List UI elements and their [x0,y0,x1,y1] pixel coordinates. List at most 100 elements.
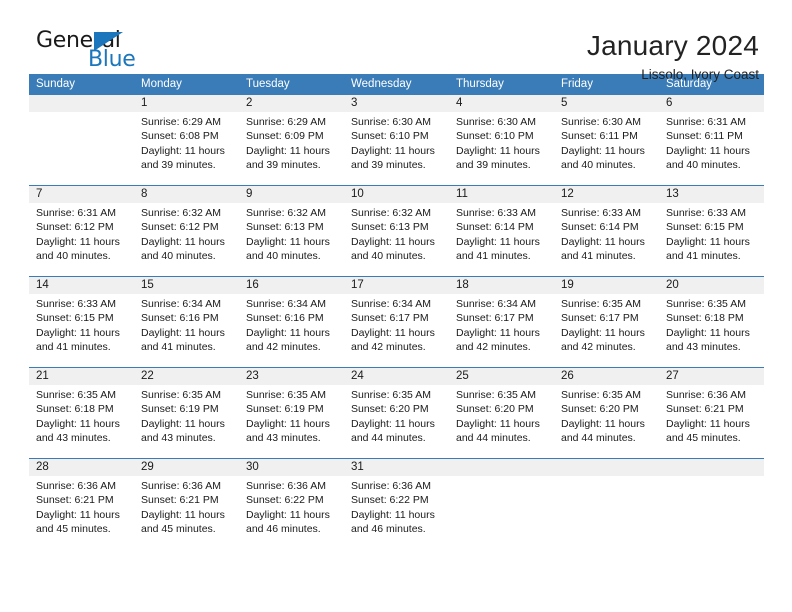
day-cell[interactable]: Sunrise: 6:33 AM Sunset: 6:14 PM Daylight:… [554,203,659,276]
day-number[interactable]: 25 [449,368,554,385]
day-cell[interactable]: Sunrise: 6:34 AM Sunset: 6:16 PM Daylight:… [134,294,239,367]
day-cell[interactable]: Sunrise: 6:36 AM Sunset: 6:21 PM Daylight:… [29,476,134,549]
day-cell[interactable]: Sunrise: 6:32 AM Sunset: 6:12 PM Daylight:… [134,203,239,276]
day-number[interactable]: 9 [239,186,344,203]
day-cell[interactable]: Sunrise: 6:36 AM Sunset: 6:22 PM Daylight:… [344,476,449,549]
weekday-header-wednesday: Wednesday [351,78,412,90]
day-detail-line: Sunrise: 6:34 AM [456,298,536,310]
day-cell[interactable]: Sunrise: 6:34 AM Sunset: 6:17 PM Daylight:… [449,294,554,367]
day-cell[interactable]: Sunrise: 6:29 AM Sunset: 6:09 PM Daylight:… [239,112,344,185]
day-cell[interactable]: Sunrise: 6:30 AM Sunset: 6:10 PM Daylight:… [344,112,449,185]
day-number[interactable]: 26 [554,368,659,385]
weekday-header-row: Sunday Monday Tuesday Wednesday Thursday… [29,74,764,95]
calendar-week-row: 7 8 9 10 11 12 13 Sunrise: 6:31 AM Sunset: 6:12 … [29,185,764,276]
day-number[interactable]: 27 [659,368,764,385]
calendar-week-row: 14 15 16 17 18 19 20 Sunrise: 6:33 AM Sunset: 6:… [29,276,764,367]
week-detail-band: Sunrise: 6:35 AM Sunset: 6:18 PM Daylight:… [29,385,764,458]
day-cell[interactable]: Sunrise: 6:36 AM Sunset: 6:22 PM Daylight:… [239,476,344,549]
day-number[interactable]: 14 [29,277,134,294]
day-detail-line: and 40 minutes. [36,249,111,262]
day-number[interactable]: 19 [554,277,659,294]
day-cell[interactable]: Sunrise: 6:35 AM Sunset: 6:18 PM Daylight:… [659,294,764,367]
day-detail-line: and 40 minutes. [666,158,741,171]
day-cell[interactable]: Sunrise: 6:32 AM Sunset: 6:13 PM Daylight:… [344,203,449,276]
day-detail-line: Daylight: 11 hours [141,235,225,248]
day-number[interactable]: 16 [239,277,344,294]
day-number[interactable]: 2 [239,95,344,112]
day-number[interactable]: 28 [29,459,134,476]
day-number[interactable]: 12 [554,186,659,203]
day-number[interactable]: 6 [659,95,764,112]
day-detail-line: Sunset: 6:11 PM [561,130,638,143]
day-cell[interactable]: Sunrise: 6:31 AM Sunset: 6:11 PM Daylight:… [659,112,764,185]
brand-logo[interactable]: General Blue [36,30,148,76]
day-cell[interactable]: Sunrise: 6:36 AM Sunset: 6:21 PM Daylight:… [134,476,239,549]
day-number[interactable]: 5 [554,95,659,112]
day-cell[interactable]: Sunrise: 6:35 AM Sunset: 6:19 PM Daylight:… [239,385,344,458]
day-number[interactable]: 23 [239,368,344,385]
day-number[interactable]: 18 [449,277,554,294]
day-cell[interactable]: Sunrise: 6:31 AM Sunset: 6:12 PM Daylight:… [29,203,134,276]
day-detail-line: Sunrise: 6:32 AM [351,207,431,219]
day-number[interactable]: 10 [344,186,449,203]
week-date-band: 21 22 23 24 25 26 27 [29,368,764,385]
day-cell[interactable]: Sunrise: 6:30 AM Sunset: 6:10 PM Daylight:… [449,112,554,185]
day-detail-line: and 41 minutes. [666,249,741,262]
day-cell[interactable]: Sunrise: 6:30 AM Sunset: 6:11 PM Daylight:… [554,112,659,185]
day-number[interactable]: 21 [29,368,134,385]
day-cell-empty [659,476,764,549]
day-detail-line: Daylight: 11 hours [456,144,540,157]
day-number[interactable]: 30 [239,459,344,476]
day-cell[interactable]: Sunrise: 6:34 AM Sunset: 6:17 PM Daylight:… [344,294,449,367]
day-number[interactable]: 15 [134,277,239,294]
day-number[interactable]: 13 [659,186,764,203]
day-number[interactable]: 20 [659,277,764,294]
day-detail-line: Sunrise: 6:30 AM [351,116,431,128]
weekday-header-thursday: Thursday [456,78,504,90]
day-detail-line: and 39 minutes. [246,158,321,171]
day-detail-line: and 39 minutes. [351,158,426,171]
day-number[interactable]: 11 [449,186,554,203]
weekday-header-friday: Friday [561,78,593,90]
day-cell[interactable]: Sunrise: 6:33 AM Sunset: 6:15 PM Daylight:… [29,294,134,367]
day-cell[interactable]: Sunrise: 6:36 AM Sunset: 6:21 PM Daylight:… [659,385,764,458]
day-number[interactable]: 22 [134,368,239,385]
day-cell[interactable]: Sunrise: 6:29 AM Sunset: 6:08 PM Daylight:… [134,112,239,185]
day-detail-line: and 42 minutes. [561,340,636,353]
day-cell[interactable]: Sunrise: 6:35 AM Sunset: 6:18 PM Daylight:… [29,385,134,458]
day-detail-line: Sunrise: 6:35 AM [561,298,641,310]
day-cell[interactable]: Sunrise: 6:35 AM Sunset: 6:17 PM Daylight:… [554,294,659,367]
day-number[interactable]: 31 [344,459,449,476]
day-detail-line: Sunset: 6:15 PM [666,221,744,234]
day-cell[interactable]: Sunrise: 6:33 AM Sunset: 6:14 PM Daylight:… [449,203,554,276]
day-detail-line: Sunset: 6:16 PM [141,312,219,325]
day-number[interactable]: 1 [134,95,239,112]
day-detail-line: Daylight: 11 hours [246,235,330,248]
calendar-week-row: 28 29 30 31 Sunrise: 6:36 AM Sunset: 6:21 PM D… [29,458,764,549]
day-detail-line: Sunrise: 6:36 AM [246,480,326,492]
day-detail-line: Daylight: 11 hours [351,508,435,521]
day-number[interactable]: 24 [344,368,449,385]
day-detail-line: Sunrise: 6:34 AM [141,298,221,310]
day-detail-line: Sunrise: 6:32 AM [246,207,326,219]
day-cell[interactable]: Sunrise: 6:35 AM Sunset: 6:19 PM Daylight:… [134,385,239,458]
day-cell[interactable]: Sunrise: 6:32 AM Sunset: 6:13 PM Daylight:… [239,203,344,276]
day-cell[interactable]: Sunrise: 6:35 AM Sunset: 6:20 PM Daylight:… [449,385,554,458]
day-cell[interactable]: Sunrise: 6:33 AM Sunset: 6:15 PM Daylight:… [659,203,764,276]
day-number[interactable]: 4 [449,95,554,112]
page-header: General Blue January 2024 Lissolo, Ivory… [0,0,792,83]
day-cell[interactable]: Sunrise: 6:35 AM Sunset: 6:20 PM Daylight:… [554,385,659,458]
day-number[interactable]: 7 [29,186,134,203]
day-cell-empty [449,476,554,549]
day-number[interactable]: 8 [134,186,239,203]
day-number[interactable]: 3 [344,95,449,112]
day-number[interactable]: 29 [134,459,239,476]
calendar-week-row: 1 2 3 4 5 6 Sunrise: 6:29 AM Sunset: 6:08 PM Day… [29,95,764,185]
day-cell[interactable]: Sunrise: 6:35 AM Sunset: 6:20 PM Daylight:… [344,385,449,458]
day-detail-line: and 42 minutes. [351,340,426,353]
day-number[interactable]: 17 [344,277,449,294]
day-cell[interactable]: Sunrise: 6:34 AM Sunset: 6:16 PM Daylight:… [239,294,344,367]
day-detail-line: Sunset: 6:20 PM [456,403,534,416]
day-detail-line: and 41 minutes. [36,340,111,353]
day-detail-line: Sunset: 6:18 PM [36,403,114,416]
